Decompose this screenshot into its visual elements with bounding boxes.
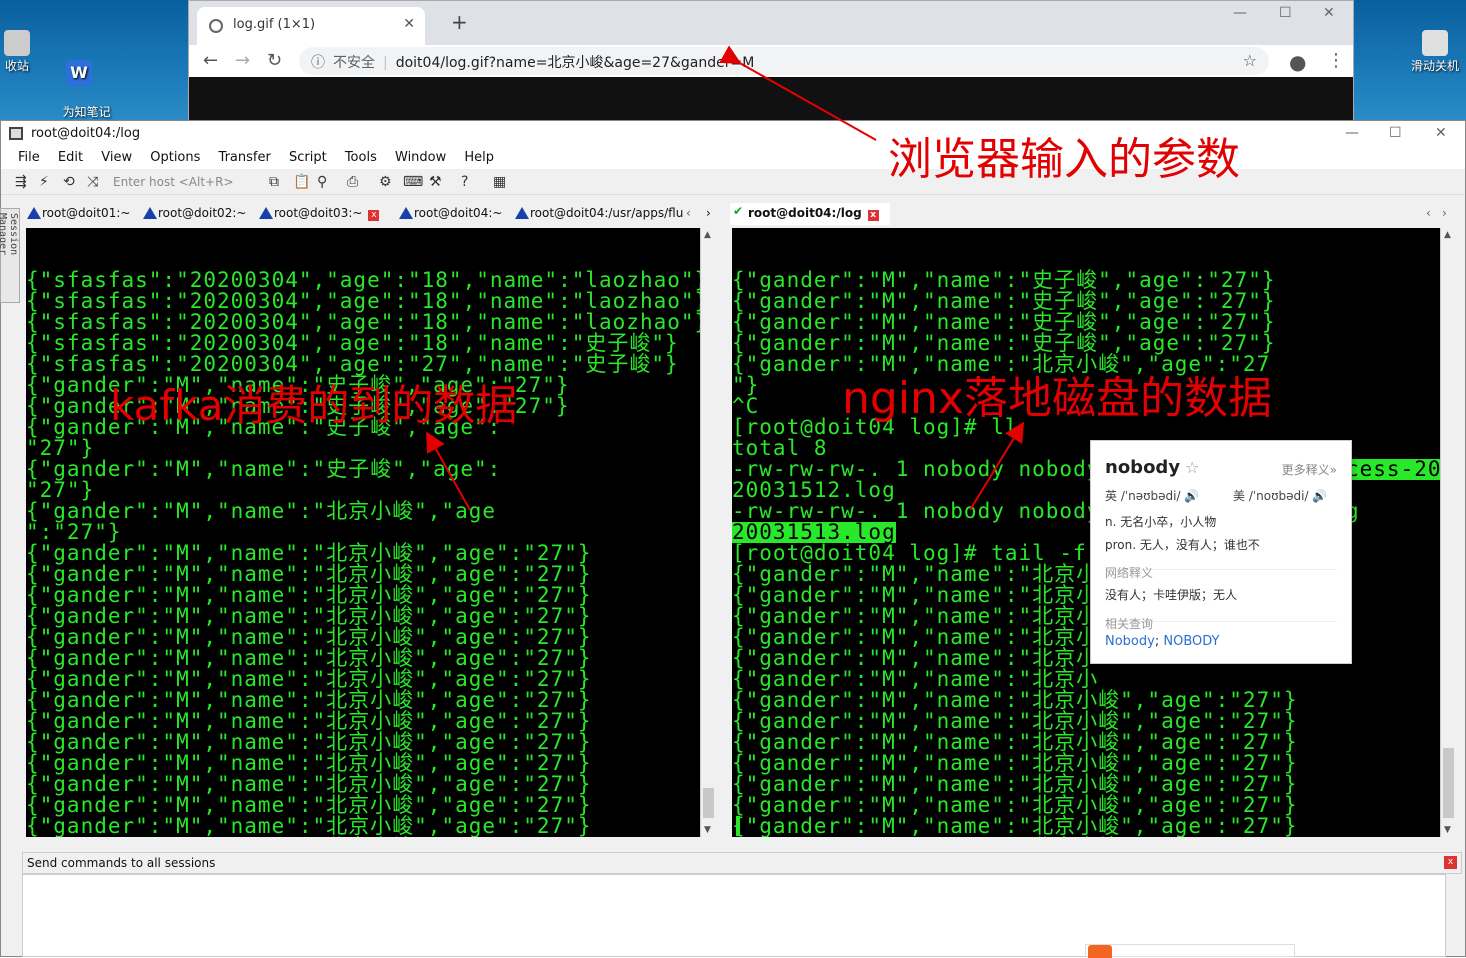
arrow-browser-params: [719, 45, 877, 141]
annotation-arrows: [426, 45, 1025, 511]
arrow-kafka: [426, 431, 471, 511]
arrow-nginx: [969, 421, 1025, 511]
